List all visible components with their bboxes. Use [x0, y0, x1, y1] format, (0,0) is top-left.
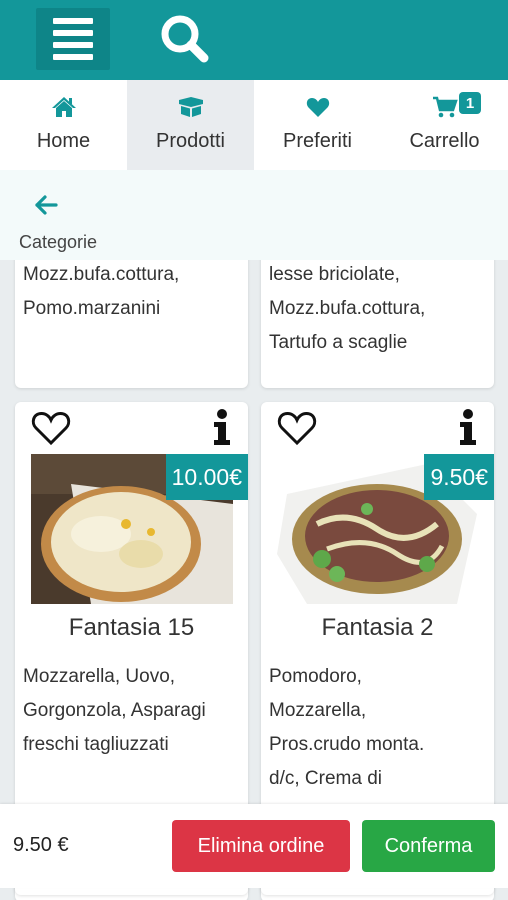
cart-icon	[432, 96, 458, 118]
product-description: Mozzarella, Uovo, Gorgonzola, Asparagi f…	[23, 666, 206, 755]
confirm-button[interactable]: Conferma	[362, 820, 495, 872]
order-footer: 9.50 € Elimina ordine Conferma	[0, 804, 508, 888]
hamburger-icon[interactable]	[36, 8, 110, 70]
price-badge: 10.00€	[165, 454, 248, 500]
product-card[interactable]: Mozz.bufa.cottura, Pomo.marzanini	[15, 260, 248, 388]
nav-item-carrello[interactable]: Carrello 1	[381, 80, 508, 170]
delete-order-button[interactable]: Elimina ordine	[172, 820, 350, 872]
info-icon[interactable]	[457, 408, 479, 446]
product-card[interactable]: lesse briciolate, Mozz.bufa.cottura, Tar…	[261, 260, 494, 388]
info-icon[interactable]	[211, 408, 233, 446]
arrow-left-icon[interactable]	[34, 194, 60, 216]
nav-label-home: Home	[36, 130, 91, 152]
favorite-heart-icon[interactable]	[31, 410, 71, 446]
product-description: lesse briciolate, Mozz.bufa.cottura, Tar…	[269, 264, 426, 353]
home-icon	[51, 96, 77, 118]
search-icon[interactable]	[156, 12, 214, 66]
box-icon	[177, 96, 205, 118]
order-total: 9.50 €	[13, 834, 69, 856]
nav-item-home[interactable]: Home	[0, 80, 127, 170]
categories-label: Categorie	[19, 232, 98, 252]
main-nav: Home Prodotti Preferiti Carrello 1	[0, 80, 508, 170]
product-name: Fantasia 2	[321, 614, 434, 641]
product-description: Mozz.bufa.cottura, Pomo.marzanini	[23, 264, 180, 319]
nav-item-preferiti[interactable]: Preferiti	[254, 80, 381, 170]
nav-label-preferiti: Preferiti	[283, 130, 352, 152]
nav-label-carrello: Carrello	[409, 130, 480, 152]
heart-icon	[306, 96, 330, 118]
cart-count-badge: 1	[459, 92, 481, 114]
nav-item-prodotti[interactable]: Prodotti	[127, 80, 254, 170]
price-badge: 9.50€	[424, 454, 494, 500]
nav-label-prodotti: Prodotti	[156, 130, 225, 152]
product-description: Pomodoro, Mozzarella, Pros.crudo monta. …	[269, 666, 425, 789]
top-bar	[0, 0, 508, 80]
favorite-heart-icon[interactable]	[277, 410, 317, 446]
product-name: Fantasia 15	[68, 614, 195, 641]
